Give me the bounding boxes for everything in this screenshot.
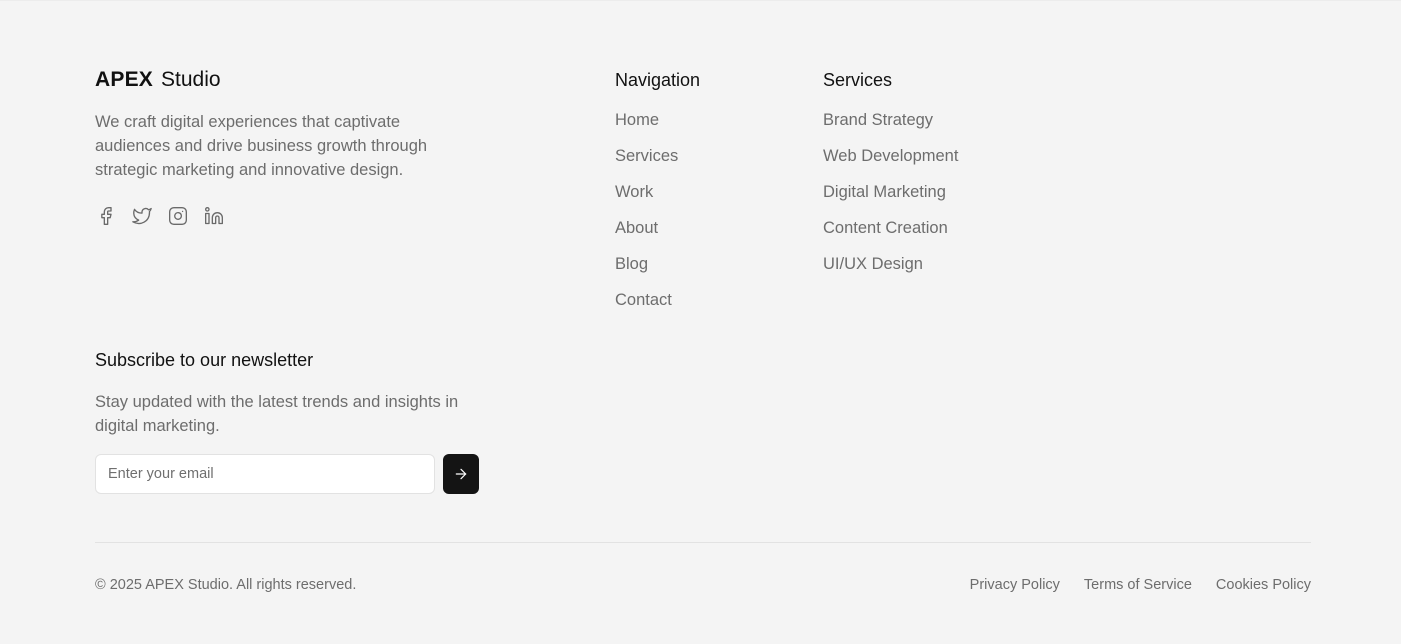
linkedin-icon[interactable]: [203, 205, 225, 227]
legal-links: Privacy Policy Terms of Service Cookies …: [970, 576, 1311, 594]
newsletter-submit-button[interactable]: [443, 454, 479, 494]
service-link-content-creation[interactable]: Content Creation: [823, 218, 958, 254]
services-list: Brand Strategy Web Development Digital M…: [823, 110, 958, 290]
terms-of-service-link[interactable]: Terms of Service: [1084, 576, 1192, 594]
nav-link-contact[interactable]: Contact: [615, 290, 700, 326]
social-links: [95, 205, 225, 227]
navigation-heading: Navigation: [615, 70, 701, 90]
services-heading: Services: [823, 70, 893, 90]
nav-link-services[interactable]: Services: [615, 146, 700, 182]
instagram-icon[interactable]: [167, 205, 189, 227]
newsletter-description: Stay updated with the latest trends and …: [95, 393, 459, 435]
navigation-column: Navigation Home Services Work About Blog…: [615, 67, 700, 326]
footer-divider: [95, 542, 1311, 543]
newsletter-heading: Subscribe to our newsletter: [95, 350, 314, 370]
footer-logo[interactable]: APEX Studio: [95, 67, 221, 93]
service-link-web-development[interactable]: Web Development: [823, 146, 958, 182]
site-footer: APEX Studio We craft digital experiences …: [0, 0, 1401, 644]
newsletter-email-input[interactable]: [95, 454, 435, 494]
service-link-ui-ux-design[interactable]: UI/UX Design: [823, 254, 958, 290]
service-link-brand-strategy[interactable]: Brand Strategy: [823, 110, 958, 146]
nav-link-about[interactable]: About: [615, 218, 700, 254]
arrow-right-icon: [455, 468, 467, 480]
copyright-text: © 2025 APEX Studio. All rights reserved.: [95, 577, 357, 593]
nav-link-home[interactable]: Home: [615, 110, 700, 146]
twitter-icon[interactable]: [131, 205, 153, 227]
privacy-policy-link[interactable]: Privacy Policy: [970, 576, 1060, 594]
logo-bold-text: APEX: [95, 68, 153, 91]
service-link-digital-marketing[interactable]: Digital Marketing: [823, 182, 958, 218]
logo-light-text: Studio: [161, 68, 221, 91]
cookies-policy-link[interactable]: Cookies Policy: [1216, 576, 1311, 594]
services-column: Services Brand Strategy Web Development …: [823, 67, 958, 290]
nav-link-blog[interactable]: Blog: [615, 254, 700, 290]
nav-link-work[interactable]: Work: [615, 182, 700, 218]
footer-tagline: We craft digital experiences that captiv…: [95, 113, 428, 179]
navigation-list: Home Services Work About Blog Contact: [615, 110, 700, 326]
facebook-icon[interactable]: [95, 205, 117, 227]
